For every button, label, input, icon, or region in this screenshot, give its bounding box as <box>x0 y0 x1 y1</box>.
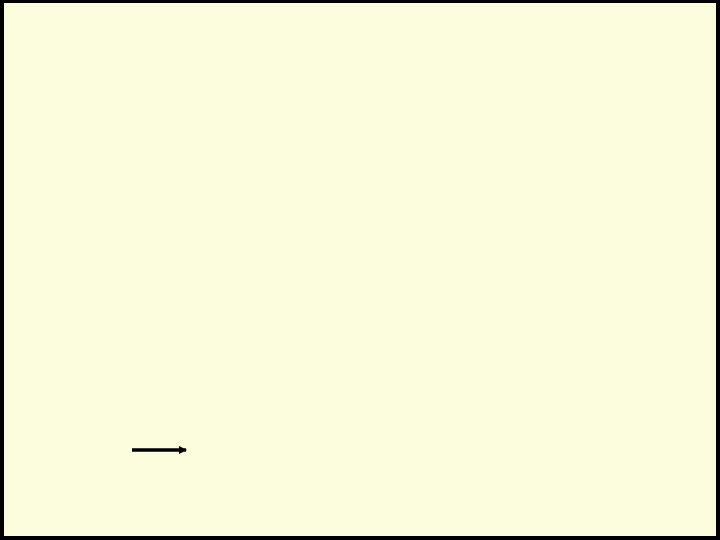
linked-list-diagram <box>132 446 187 454</box>
